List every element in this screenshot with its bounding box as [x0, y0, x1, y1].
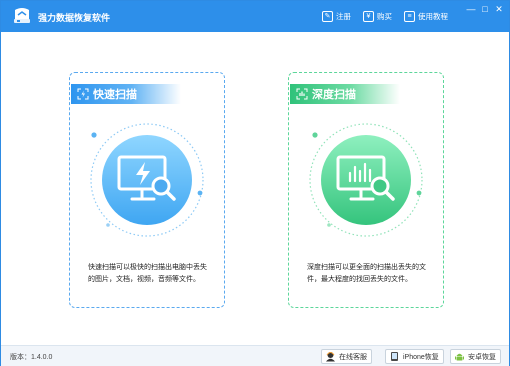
status-bar: 版本：1.4.0.0 在线客服 iPhone恢复 安卓恢复	[1, 345, 509, 366]
tutorial-label: 使用教程	[418, 12, 448, 21]
online-support-button[interactable]: 在线客服	[321, 349, 372, 364]
deep-scan-title-bar: 深度扫描	[290, 84, 400, 104]
online-support-label: 在线客服	[339, 353, 367, 361]
quick-scan-title: 快速扫描	[93, 89, 137, 101]
quick-scan-title-icon	[77, 88, 89, 100]
window-controls: — □ ✕	[464, 3, 506, 15]
close-button[interactable]: ✕	[492, 3, 506, 15]
maximize-button[interactable]: □	[478, 3, 492, 15]
deep-scan-card[interactable]: 深度扫描 深度扫描可以更全面的扫描出丢失的文件，最大程度的找回丢失的文件。	[288, 72, 444, 308]
version-label: 版本：1.4.0.0	[10, 354, 53, 361]
close-icon: ✕	[495, 3, 503, 14]
app-title: 强力数据恢复软件	[38, 13, 111, 23]
quick-scan-card[interactable]: 快速扫描 快速扫描可以极快的扫描出电脑中丢失的图片，文档，视频，音频等文件。	[69, 72, 225, 308]
iphone-icon	[391, 352, 398, 361]
minimize-icon: —	[466, 4, 476, 14]
iphone-recovery-label: iPhone恢复	[403, 353, 439, 361]
monitor-chart-search-icon	[309, 123, 423, 237]
buy-icon: ¥	[363, 11, 374, 22]
deep-scan-title: 深度扫描	[312, 89, 356, 101]
register-label: 注册	[336, 12, 351, 21]
deep-scan-description: 深度扫描可以更全面的扫描出丢失的文件，最大程度的找回丢失的文件。	[307, 264, 426, 283]
android-recovery-label: 安卓恢复	[468, 353, 496, 361]
tutorial-icon: ≡	[404, 11, 415, 22]
minimize-button[interactable]: —	[464, 3, 478, 15]
maximize-icon: □	[482, 4, 488, 14]
tutorial-link[interactable]: ≡ 使用教程	[404, 10, 448, 23]
quick-scan-description: 快速扫描可以极快的扫描出电脑中丢失的图片，文档，视频，音频等文件。	[88, 264, 207, 283]
title-bar[interactable]: 强力数据恢复软件 ✎ 注册 ¥ 购买 ≡ 使用教程 — □ ✕	[1, 1, 509, 32]
app-logo-icon	[14, 8, 30, 23]
iphone-recovery-button[interactable]: iPhone恢复	[385, 349, 444, 364]
buy-label: 购买	[377, 12, 392, 21]
app-window: 强力数据恢复软件 ✎ 注册 ¥ 购买 ≡ 使用教程 — □ ✕ 快速扫描 快速扫…	[0, 0, 510, 366]
buy-link[interactable]: ¥ 购买	[363, 10, 392, 23]
android-recovery-button[interactable]: 安卓恢复	[450, 349, 501, 364]
quick-scan-title-bar: 快速扫描	[71, 84, 181, 104]
customer-service-icon	[326, 352, 335, 362]
android-icon	[455, 353, 464, 361]
register-icon: ✎	[322, 11, 333, 22]
monitor-lightning-search-icon	[90, 123, 204, 237]
register-link[interactable]: ✎ 注册	[322, 10, 351, 23]
deep-scan-title-icon	[296, 88, 308, 100]
